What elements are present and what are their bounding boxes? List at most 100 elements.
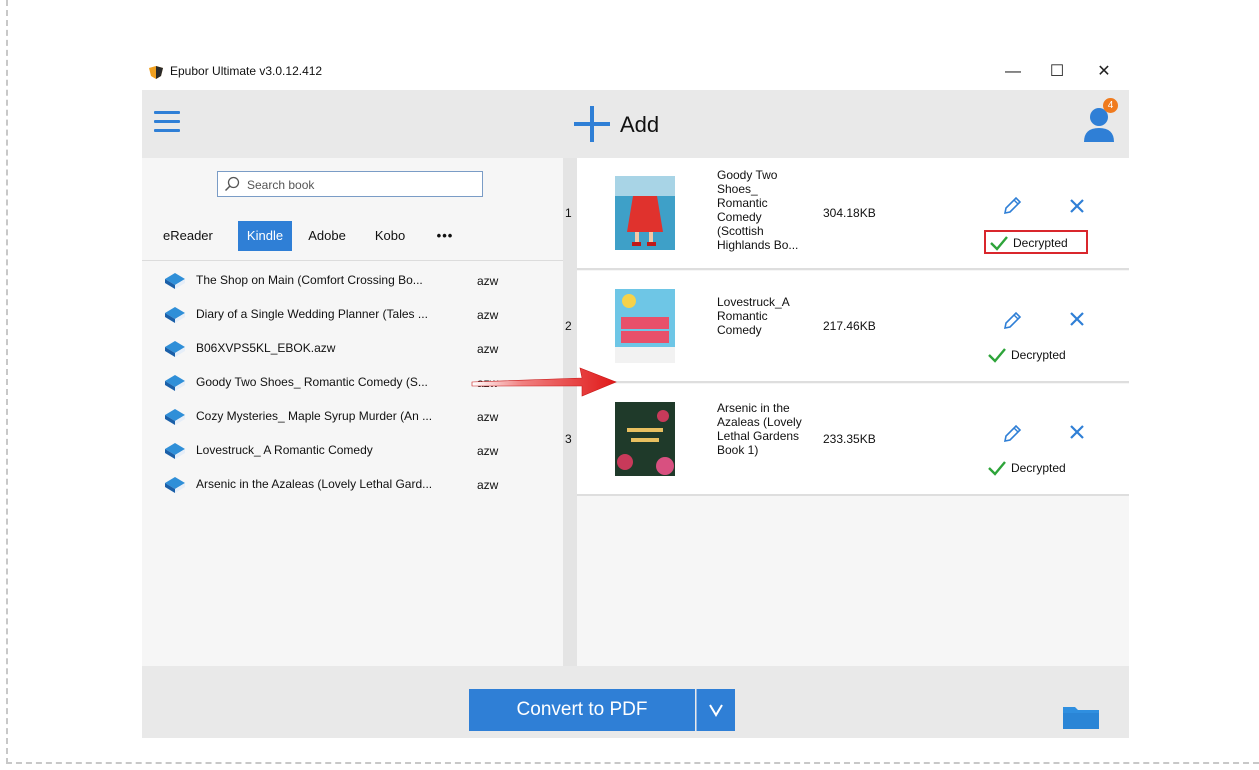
notification-badge: 4 <box>1103 98 1118 113</box>
title-line: Romantic <box>717 309 768 323</box>
status-label: Decrypted <box>1013 236 1068 250</box>
title-line: Romantic <box>717 196 768 210</box>
book-title: Goody Two Shoes_ Romantic Comedy (S... <box>196 375 428 389</box>
conversion-row[interactable]: 3 Arsenic in the Azaleas (Lovely Lethal … <box>565 384 1129 496</box>
title-bar: Epubor Ultimate v3.0.12.412 — ☐ ✕ <box>142 52 1129 90</box>
checkmark-icon <box>988 348 1006 363</box>
checkmark-icon <box>990 236 1008 251</box>
book-title: B06XVPS5KL_EBOK.azw <box>196 341 336 355</box>
plus-icon <box>574 106 610 142</box>
book-icon <box>165 307 185 323</box>
maximize-button[interactable]: ☐ <box>1039 60 1075 84</box>
book-title: Lovestruck_ A Romantic Comedy <box>196 443 373 457</box>
convert-button[interactable]: Convert to PDF <box>469 689 695 731</box>
add-label: Add <box>620 112 660 137</box>
bottom-bar: Convert to PDF <box>142 666 1129 738</box>
list-item[interactable]: Arsenic in the Azaleas (Lovely Lethal Ga… <box>142 468 563 502</box>
close-icon[interactable] <box>1067 422 1087 442</box>
book-title: Cozy Mysteries_ Maple Syrup Murder (An .… <box>196 409 433 423</box>
list-item[interactable]: Lovestruck_ A Romantic Comedy azw <box>142 434 563 468</box>
book-icon <box>165 375 185 391</box>
tab-adobe[interactable]: Adobe <box>306 221 348 251</box>
window-title: Epubor Ultimate v3.0.12.412 <box>170 64 323 78</box>
title-line: Lethal Gardens <box>717 429 800 443</box>
title-line: Lovestruck_A <box>717 295 790 309</box>
status-label: Decrypted <box>1011 348 1066 362</box>
divider <box>142 260 563 261</box>
book-format: azw <box>477 342 499 356</box>
title-line: Highlands Bo... <box>717 238 799 252</box>
title-line: Book 1) <box>717 443 759 457</box>
book-format: azw <box>477 274 499 288</box>
panel-splitter[interactable] <box>563 158 577 666</box>
title-line: Comedy <box>717 323 762 337</box>
title-line: (Scottish <box>717 224 764 238</box>
book-format: azw <box>477 478 499 492</box>
conversion-row[interactable]: 2 Lovestruck_A Romantic Comedy 217.46KB <box>565 271 1129 383</box>
book-format: azw <box>477 444 499 458</box>
book-title: The Shop on Main (Comfort Crossing Bo... <box>196 273 423 287</box>
book-title: Arsenic in the Azaleas (Lovely Lethal Ga… <box>196 477 433 491</box>
page-frame-bottom-edge <box>6 762 1259 764</box>
search-box[interactable] <box>217 171 483 197</box>
conversion-row[interactable]: 1 Goody Two Shoes_ Romantic Comedy (Scot… <box>565 158 1129 270</box>
book-icon <box>165 273 185 289</box>
hamburger-menu-icon[interactable] <box>154 111 180 135</box>
list-item[interactable]: Cozy Mysteries_ Maple Syrup Murder (An .… <box>142 400 563 434</box>
tab-kindle[interactable]: Kindle <box>238 221 292 251</box>
row-number: 3 <box>565 432 572 446</box>
search-icon <box>224 176 240 192</box>
list-item[interactable]: Diary of a Single Wedding Planner (Tales… <box>142 298 563 332</box>
user-account-button[interactable]: 4 <box>1082 98 1122 144</box>
title-line: Azaleas (Lovely <box>717 415 802 429</box>
library-panel: eReader Kindle Adobe Kobo ••• The Shop o… <box>142 158 563 666</box>
checkmark-icon <box>988 461 1006 476</box>
format-dropdown-button[interactable] <box>696 689 735 731</box>
title-line: Arsenic in the <box>717 401 790 415</box>
book-icon <box>165 409 185 425</box>
book-format: azw <box>477 410 499 424</box>
file-size: 217.46KB <box>823 319 876 333</box>
pencil-icon[interactable] <box>1000 194 1024 218</box>
status-label: Decrypted <box>1011 461 1066 475</box>
book-icon <box>165 443 185 459</box>
pencil-icon[interactable] <box>1000 422 1024 446</box>
minimize-button[interactable]: — <box>995 60 1031 84</box>
close-window-button[interactable]: ✕ <box>1086 60 1122 84</box>
folder-icon[interactable] <box>1062 704 1100 730</box>
conversion-panel: 1 Goody Two Shoes_ Romantic Comedy (Scot… <box>565 158 1129 666</box>
book-cover <box>615 176 675 250</box>
file-size: 233.35KB <box>823 432 876 446</box>
toolbar: Add 4 <box>142 90 1129 158</box>
book-title: Diary of a Single Wedding Planner (Tales… <box>196 307 428 321</box>
title-line: Comedy <box>717 210 762 224</box>
page-frame-left-edge <box>6 0 8 764</box>
pencil-icon[interactable] <box>1000 309 1024 333</box>
conversion-title: Goody Two Shoes_ Romantic Comedy (Scotti… <box>717 168 817 252</box>
epubor-logo-icon <box>149 66 163 79</box>
conversion-title: Lovestruck_A Romantic Comedy <box>717 295 817 337</box>
app-window: Epubor Ultimate v3.0.12.412 — ☐ ✕ Add 4 <box>142 52 1129 738</box>
book-icon <box>165 477 185 493</box>
file-size: 304.18KB <box>823 206 876 220</box>
drag-arrow-icon <box>471 367 617 397</box>
status-badge: Decrypted <box>984 457 1088 481</box>
close-icon[interactable] <box>1067 309 1087 329</box>
search-input[interactable] <box>245 175 479 195</box>
title-line: Goody Two <box>717 168 778 182</box>
tab-ereader[interactable]: eReader <box>163 221 223 251</box>
status-badge: Decrypted <box>984 230 1088 254</box>
close-icon[interactable] <box>1067 196 1087 216</box>
source-tabs: eReader Kindle Adobe Kobo ••• <box>142 221 563 251</box>
book-format: azw <box>477 308 499 322</box>
conversion-title: Arsenic in the Azaleas (Lovely Lethal Ga… <box>717 401 817 457</box>
convert-label: Convert to PDF <box>516 699 648 720</box>
book-cover <box>615 402 675 476</box>
book-icon <box>165 341 185 357</box>
book-cover <box>615 289 675 363</box>
row-number: 2 <box>565 319 572 333</box>
tab-more[interactable]: ••• <box>428 221 462 251</box>
list-item[interactable]: The Shop on Main (Comfort Crossing Bo...… <box>142 264 563 298</box>
tab-kobo[interactable]: Kobo <box>371 221 409 251</box>
status-badge: Decrypted <box>984 344 1088 368</box>
